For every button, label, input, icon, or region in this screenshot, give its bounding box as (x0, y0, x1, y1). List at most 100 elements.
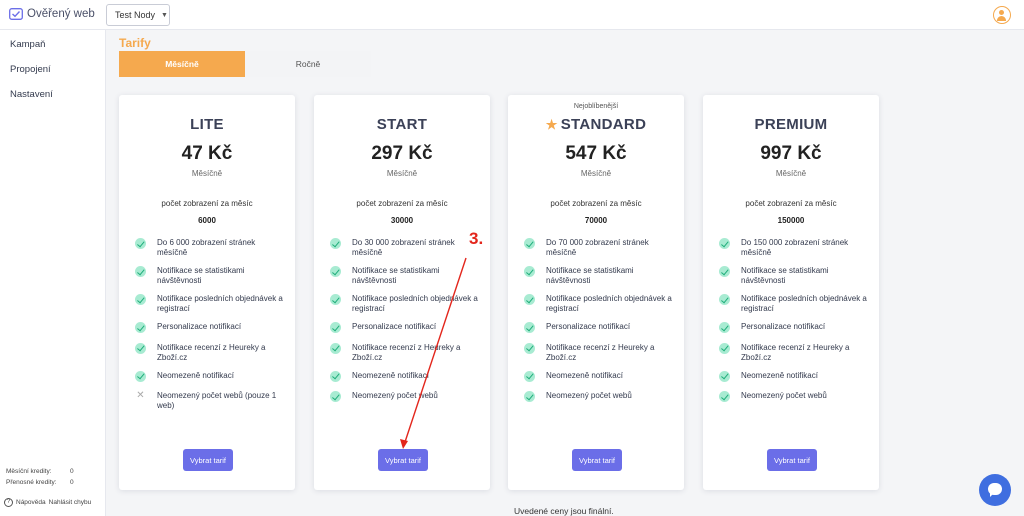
sidebar-item-campaign[interactable]: Kampaň (10, 39, 45, 50)
brand-name: Ověřený web (27, 8, 95, 20)
check-icon (330, 322, 341, 333)
plan-card-premium: PREMIUM 997 Kč Měsíčně počet zobrazení z… (703, 95, 879, 490)
monthly-credits: Měsíční kredity: 0 (6, 468, 74, 475)
feature-item: Neomezený počet webů (524, 391, 674, 402)
views-value: 150000 (777, 216, 805, 225)
plan-price: 47 Kč (181, 143, 233, 164)
feature-item: Do 6 000 zobrazení stránek měsíčně (135, 238, 285, 258)
tab-yearly[interactable]: Ročně (245, 51, 371, 77)
check-icon (524, 294, 535, 305)
check-icon (719, 294, 730, 305)
plan-period: Měsíčně (580, 169, 612, 178)
views-value: 70000 (584, 216, 608, 225)
billing-period-tabs: Měsíčně Ročně (119, 51, 371, 77)
sidebar-item-settings[interactable]: Nastavení (10, 89, 53, 100)
tab-monthly[interactable]: Měsíčně (119, 51, 245, 77)
plan-price: 997 Kč (760, 143, 822, 164)
feature-item: Notifikace recenzí z Heureky a Zboží.cz (135, 342, 285, 363)
select-plan-button[interactable]: Vybrat tarif (767, 449, 817, 471)
step-annotation-label: 3. (469, 229, 484, 248)
check-icon (330, 266, 341, 277)
transferable-credits-label: Přenosné kredity: (6, 479, 57, 486)
check-icon (719, 391, 730, 402)
check-icon (524, 322, 535, 333)
select-plan-button[interactable]: Vybrat tarif (572, 449, 622, 471)
feature-item: Notifikace se statistikami návštěvnosti (524, 266, 674, 286)
feature-item: Do 30 000 zobrazení stránek měsíčně (330, 238, 480, 258)
feature-item: Neomezeně notifikací (524, 370, 674, 382)
check-icon (524, 266, 535, 277)
select-plan-button[interactable]: Vybrat tarif (183, 449, 233, 471)
plan-card-start: START 297 Kč Měsíčně počet zobrazení za … (314, 95, 490, 490)
check-icon (135, 266, 146, 277)
feature-list: Do 6 000 zobrazení stránek měsíčně Notif… (135, 238, 285, 421)
chevron-down-icon: ▼ (161, 11, 168, 19)
chat-icon[interactable] (979, 474, 1011, 506)
feature-item: Notifikace posledních objednávek a regis… (135, 294, 285, 314)
plan-name: PREMIUM (754, 116, 828, 133)
plan-name: LITE (190, 116, 224, 133)
report-bug-link[interactable]: Nahlásit chybu (49, 499, 92, 506)
plan-period: Měsíčně (191, 169, 223, 178)
feature-item: Do 150 000 zobrazení stránek měsíčně (719, 238, 869, 258)
sidebar-item-connections[interactable]: Propojení (10, 64, 51, 75)
user-icon[interactable] (993, 6, 1011, 24)
feature-item: Personalizace notifikací (719, 322, 869, 333)
project-select-value: Test Nody (115, 10, 156, 20)
check-icon (719, 322, 730, 333)
help-row: ? Nápověda Nahlásit chybu (4, 498, 91, 507)
feature-item: Neomezeně notifikací (719, 370, 869, 382)
feature-item: Notifikace posledních objednávek a regis… (719, 294, 869, 314)
check-icon (524, 370, 535, 382)
select-plan-button[interactable]: Vybrat tarif (378, 449, 428, 471)
feature-item: Notifikace posledních objednávek a regis… (524, 294, 674, 314)
views-value: 6000 (198, 216, 216, 225)
feature-item: Neomezený počet webů (719, 391, 869, 402)
feature-item: Neomezený počet webů (330, 391, 480, 402)
check-icon (135, 370, 146, 382)
feature-item: Notifikace se statistikami návštěvnosti (330, 266, 480, 286)
logo-check-icon (9, 8, 23, 20)
feature-item: Personalizace notifikací (524, 322, 674, 333)
feature-list: Do 30 000 zobrazení stránek měsíčně Noti… (330, 238, 480, 412)
feature-item: Neomezeně notifikací (135, 370, 285, 382)
check-icon (524, 238, 535, 249)
views-label: počet zobrazení za měsíc (550, 199, 642, 208)
project-select[interactable]: Test Nody ▼ (106, 4, 170, 26)
check-icon (330, 342, 341, 354)
check-icon (524, 342, 535, 354)
feature-item: Personalizace notifikací (330, 322, 480, 333)
check-icon (330, 370, 341, 382)
check-icon (524, 391, 535, 402)
check-icon (719, 342, 730, 354)
feature-item: Personalizace notifikací (135, 322, 285, 333)
feature-item: Notifikace recenzí z Heureky a Zboží.cz (719, 342, 869, 363)
monthly-credits-label: Měsíční kredity: (6, 468, 52, 475)
plan-period: Měsíčně (386, 169, 418, 178)
plan-card-lite: LITE 47 Kč Měsíčně počet zobrazení za mě… (119, 95, 295, 490)
check-icon (330, 238, 341, 249)
star-icon: ★ (545, 117, 558, 132)
plan-name: START (376, 116, 428, 133)
plan-price: 547 Kč (565, 143, 627, 164)
check-icon (135, 322, 146, 333)
check-icon (330, 294, 341, 305)
help-link[interactable]: Nápověda (16, 499, 46, 506)
page-title: Tarify (119, 36, 151, 50)
plan-card-standard: Nejoblíbenější ★ STANDARD 547 Kč Měsíčně … (508, 95, 684, 490)
check-icon (135, 342, 146, 354)
feature-item: Do 70 000 zobrazení stránek měsíčně (524, 238, 674, 258)
plan-period: Měsíčně (775, 169, 807, 178)
sidebar: Kampaň Propojení Nastavení Měsíční kredi… (0, 30, 106, 516)
cross-icon: ✕ (136, 390, 145, 401)
check-icon (719, 370, 730, 382)
brand-logo[interactable]: Ověřený web (9, 8, 95, 20)
feature-item: Notifikace se statistikami návštěvnosti (719, 266, 869, 286)
feature-list: Do 70 000 zobrazení stránek měsíčně Noti… (524, 238, 674, 412)
views-value: 30000 (390, 216, 414, 225)
views-label: počet zobrazení za měsíc (745, 199, 837, 208)
price-note: Uvedené ceny jsou finální. (514, 506, 614, 516)
popular-badge: Nejoblíbenější (573, 103, 619, 110)
help-icon: ? (4, 498, 13, 507)
feature-item: Neomezeně notifikací (330, 370, 480, 382)
